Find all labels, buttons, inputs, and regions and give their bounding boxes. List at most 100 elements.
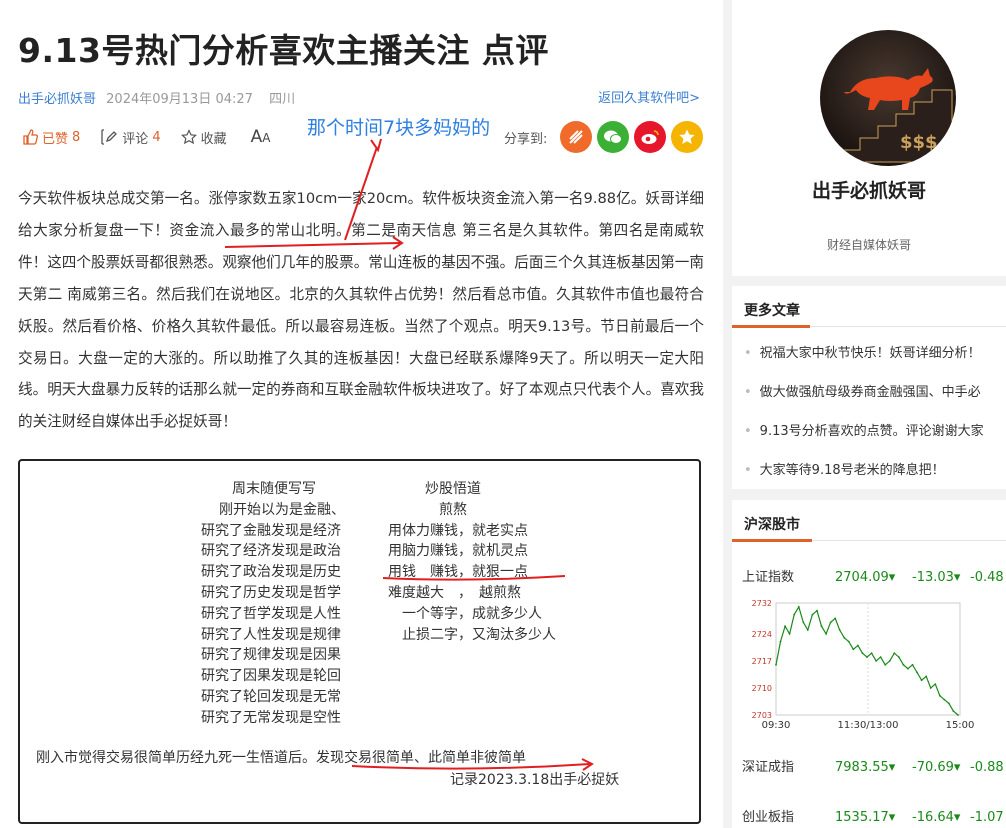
post-date: 2024年09月13日 04:27: [106, 92, 253, 107]
more-articles-title: 更多文章: [744, 303, 800, 319]
index-series-point: [834, 617, 837, 620]
index-series-point: [934, 683, 937, 685]
like-label: 已赞: [42, 131, 69, 147]
more-articles-card: 更多文章 祝福大家中秋节快乐！妖哥详细分析！ 做大做强航母级券商金融强国、中手必…: [732, 286, 1006, 489]
y-tick-label: 2717: [752, 657, 772, 666]
index-series-point: [884, 663, 887, 666]
index-chart: 2703 2710 2717 2724 2732 09:30 11:30/13:00 15:0…: [752, 599, 975, 731]
share-icons: [560, 121, 708, 153]
stock-name: 深证成指: [742, 760, 795, 775]
stock-price: 2704.09▾: [835, 570, 896, 585]
notes-left-line: 研究了规律发现是因果: [201, 647, 341, 664]
index-series-point: [820, 625, 823, 628]
index-series-point: [907, 667, 909, 670]
stock-name: 创业板指: [742, 810, 795, 825]
action-bar: 已赞 8 评论 4 收藏 AA: [22, 125, 270, 149]
index-series-point: [875, 660, 877, 662]
notes-left-line: 研究了金融发现是经济: [201, 522, 341, 539]
index-series-point: [861, 652, 864, 655]
avatar[interactable]: $$$: [820, 30, 956, 166]
stock-name: 上证指数: [742, 570, 795, 585]
favorite-label: 收藏: [200, 131, 227, 147]
index-series-point: [898, 656, 900, 658]
y-tick-label: 2732: [752, 599, 772, 608]
index-series-point: [893, 652, 896, 655]
notes-left-intro: 刚开始以为是金融、: [219, 501, 345, 518]
share-qzone-icon[interactable]: [671, 121, 703, 153]
comment-label: 评论: [122, 131, 149, 147]
notes-right-line: 用体力赚钱，就老实点: [388, 522, 528, 539]
index-series-point: [843, 636, 846, 639]
y-tick-label: 2703: [752, 711, 772, 720]
index-series-point: [902, 663, 905, 666]
favorite-button[interactable]: 收藏: [180, 128, 227, 147]
index-series-point: [829, 621, 832, 624]
index-series-point: [957, 714, 959, 716]
notes-image: 周末随便写写 刚开始以为是金融、 研究了金融发现是经济 研究了经济发现是政治 研…: [18, 459, 701, 824]
list-item[interactable]: 做大做强航母级券商金融强国、中手必: [744, 381, 1006, 420]
handwritten-annotation: 那个时间7块多妈妈的: [307, 117, 491, 139]
index-series-point: [784, 625, 786, 628]
notes-left-line: 研究了哲学发现是人性: [201, 605, 341, 622]
page-title: 9.13号热门分析喜欢主播关注 点评: [18, 31, 549, 70]
stock-price: 1535.17▾: [835, 810, 896, 825]
share-weibo-icon[interactable]: [634, 121, 666, 153]
stock-market-card: 沪深股市 上证指数 2704.09▾ -13.03▾ -0.48 2703 2710 27…: [732, 500, 1006, 828]
comment-count: 4: [152, 129, 161, 145]
font-size-button[interactable]: AA: [251, 127, 271, 147]
index-series-point: [802, 621, 805, 624]
notes-left-line: 研究了政治发现是历史: [201, 564, 341, 581]
index-series-point: [870, 652, 873, 655]
list-item[interactable]: 9.13号分析喜欢的点赞。评论谢谢大家: [744, 420, 1006, 459]
stock-row[interactable]: 创业板指 1535.17▾ -16.64▾ -1.07: [742, 806, 1004, 825]
stock-row[interactable]: 上证指数 2704.09▾ -13.03▾ -0.48: [742, 566, 1004, 585]
stock-change: -16.64▾: [912, 810, 961, 825]
like-button[interactable]: 已赞 8: [22, 128, 80, 147]
index-series-point: [847, 640, 850, 643]
notes-left-line: 研究了经济发现是政治: [201, 543, 341, 560]
index-series-point: [788, 633, 791, 635]
like-count: 8: [72, 129, 81, 145]
stock-pct: -1.07: [970, 810, 1004, 825]
list-item[interactable]: 祝福大家中秋节快乐！妖哥详细分析！: [744, 342, 1006, 381]
index-series-point: [825, 633, 827, 635]
index-series-point: [925, 675, 928, 678]
index-series-point: [888, 660, 891, 662]
index-series-point: [938, 694, 941, 697]
x-tick-label: 09:30: [762, 720, 791, 731]
article-panel: 9.13号热门分析喜欢主播关注 点评 出手必抓妖哥 2024年09月13日 04…: [0, 0, 723, 828]
list-item[interactable]: 大家等待9.18号老米的降息把！: [744, 459, 1006, 498]
notes-right-line: 用钱 赚钱，就狠一点: [388, 564, 528, 581]
notes-signature: 记录2023.3.18出手必捉妖: [450, 772, 620, 788]
pencil-icon: [101, 129, 118, 145]
stock-change: -70.69▾: [912, 760, 961, 775]
notes-left-line: 研究了轮回发现是无常: [201, 688, 341, 705]
notes-left-line: 研究了因果发现是轮回: [201, 668, 341, 685]
author-link[interactable]: 出手必抓妖哥: [18, 92, 96, 107]
notes-left-line: 研究了无常发现是空性: [201, 709, 341, 726]
x-tick-label: 15:00: [946, 720, 975, 731]
index-series-point: [779, 640, 782, 643]
index-series-point: [948, 702, 950, 705]
stock-row[interactable]: 深证成指 7983.55▾ -70.69▾ -0.88: [742, 756, 1004, 775]
index-series-point: [806, 629, 809, 631]
back-to-bar-link[interactable]: 返回久其软件吧>: [598, 87, 700, 106]
index-series-point: [920, 679, 923, 682]
share-tieba-icon[interactable]: [560, 121, 592, 153]
article-meta: 出手必抓妖哥 2024年09月13日 04:27 四川: [18, 88, 295, 107]
share-wechat-icon[interactable]: [597, 121, 629, 153]
post-location: 四川: [269, 92, 296, 107]
share-label: 分享到:: [504, 132, 548, 147]
index-series-point: [929, 687, 932, 689]
profile-name[interactable]: 出手必抓妖哥: [732, 176, 1006, 203]
notes-right-line: 止损二字，又淘汰多少人: [388, 626, 556, 643]
more-articles-list: 祝福大家中秋节快乐！妖哥详细分析！ 做大做强航母级券商金融强国、中手必 9.13…: [744, 342, 1006, 498]
index-series-point: [793, 613, 796, 616]
notes-right-line: 难度越大 ， 越煎熬: [388, 584, 521, 601]
notes-right-line: 用脑力赚钱，就机灵点: [388, 543, 528, 560]
index-series-point: [943, 698, 946, 701]
index-series-point: [879, 656, 882, 658]
sidebar: $$$ 出手必抓妖哥 财经自媒体妖哥 更多文章 祝福大家中秋节快乐！妖哥详细分析…: [732, 0, 1006, 828]
comment-button[interactable]: 评论 4: [100, 128, 161, 147]
stock-pct: -0.88: [970, 760, 1004, 775]
